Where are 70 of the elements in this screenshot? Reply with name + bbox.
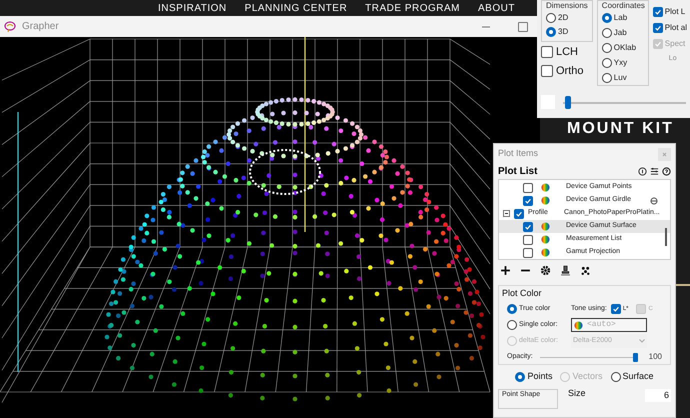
slider-thumb[interactable] — [632, 352, 638, 362]
option-label: Spect — [664, 38, 686, 50]
field-placeholder: <auto> — [587, 319, 616, 331]
stamp-icon[interactable] — [560, 264, 571, 276]
option-label: Plot al — [664, 22, 688, 34]
checkbox[interactable] — [523, 196, 533, 206]
radio-button[interactable] — [546, 27, 556, 37]
checkbox[interactable] — [523, 234, 533, 244]
radio-button[interactable] — [602, 28, 612, 38]
option-label: Plot L — [664, 6, 686, 18]
checkbox[interactable] — [523, 182, 533, 192]
option-label: OKlab — [614, 42, 636, 54]
checkbox[interactable] — [541, 65, 553, 77]
value-readout: 100 — [648, 351, 662, 363]
filter-icon[interactable] — [650, 167, 659, 176]
checkbox[interactable] — [652, 7, 663, 17]
size-field[interactable]: 6 — [645, 389, 671, 402]
checkbox[interactable] — [541, 46, 553, 58]
radio-button[interactable] — [515, 372, 526, 382]
nav-link[interactable]: TRADE PROGRAM — [365, 3, 460, 15]
group-title: Dimensions — [546, 1, 588, 11]
option-label: Jab — [614, 27, 627, 40]
radio-button[interactable] — [602, 58, 612, 68]
settings-icon[interactable] — [540, 264, 551, 276]
help-icon[interactable] — [662, 167, 671, 176]
scrollbar-thumb[interactable] — [665, 228, 667, 246]
chevron-icon — [639, 339, 645, 343]
option-label: Luv — [614, 72, 627, 84]
option-label: LCH — [556, 44, 578, 60]
radio-button[interactable] — [507, 320, 517, 330]
checkbox[interactable] — [514, 208, 524, 218]
group-title: Coordinates — [602, 1, 644, 11]
decor-line — [676, 284, 690, 286]
nav-link[interactable]: PLANNING CENTER — [244, 3, 348, 15]
checkbox[interactable] — [523, 248, 533, 258]
option-label: Yxy — [614, 56, 628, 69]
window-title: Grapher — [22, 20, 60, 34]
dots-icon[interactable] — [580, 264, 591, 276]
option-label: 2D — [558, 12, 568, 24]
checkbox[interactable] — [610, 304, 621, 314]
option-label: Ortho — [556, 64, 584, 79]
group-title: Plot Color — [502, 287, 543, 299]
slider-thumb[interactable] — [565, 96, 572, 108]
radio-button[interactable] — [546, 13, 556, 23]
radio-button[interactable] — [602, 72, 612, 83]
list-title: Plot List — [498, 165, 538, 179]
slider-track[interactable] — [563, 96, 686, 108]
color-wheel-icon — [574, 320, 583, 330]
maximize-icon[interactable] — [518, 22, 528, 32]
collapse-icon[interactable] — [503, 210, 510, 217]
option-label: Size — [568, 387, 586, 400]
app-logo-icon — [4, 20, 16, 32]
brand-heading: MOUNT KIT — [567, 119, 674, 139]
radio-button[interactable] — [602, 13, 612, 24]
add-icon[interactable] — [500, 264, 511, 276]
info-icon[interactable] — [638, 167, 647, 176]
checkbox[interactable] — [652, 23, 663, 33]
option-label: Surface — [622, 370, 654, 384]
slider-track[interactable] — [540, 352, 635, 362]
radio-button[interactable] — [507, 304, 517, 314]
radio-button[interactable] — [602, 42, 612, 53]
option-label: 3D — [558, 26, 568, 38]
option-label: Vectors — [572, 370, 602, 384]
checkbox[interactable] — [523, 222, 533, 232]
nav-link[interactable]: ABOUT — [478, 3, 515, 15]
option-label: Lab — [614, 12, 628, 24]
radio-button[interactable] — [610, 372, 620, 382]
nav-link[interactable]: INSPIRATION — [158, 3, 227, 15]
panel-title: Plot Items — [498, 147, 540, 160]
option-label: Points — [527, 370, 552, 384]
